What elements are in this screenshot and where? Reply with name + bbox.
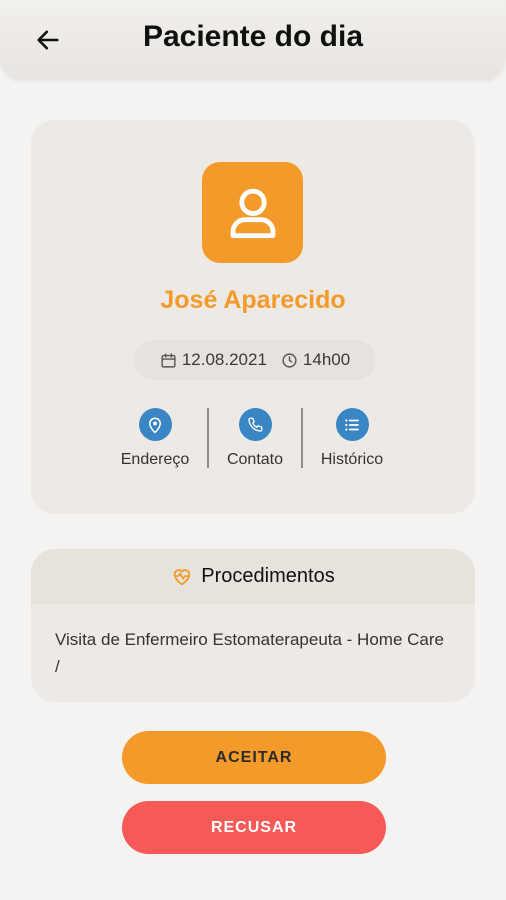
divider (301, 408, 303, 468)
heart-pulse-icon (174, 568, 191, 585)
appointment-date: 12.08.2021 (181, 350, 267, 369)
reject-button[interactable]: RECUSAR (122, 801, 386, 854)
patient-actions: Endereço Contato Histórico (31, 408, 475, 470)
page-title: Paciente do dia (142, 20, 364, 53)
calendar-icon (161, 352, 176, 368)
divider (207, 408, 209, 468)
accept-button[interactable]: ACEITAR (122, 731, 386, 784)
list-icon (345, 418, 359, 431)
user-icon (230, 188, 275, 238)
contact-label: Contato (226, 451, 284, 468)
avatar (202, 162, 303, 263)
procedures-description: Visita de Enfermeiro Estomaterapeuta - H… (55, 630, 444, 676)
top-app-bar: Paciente do dia (0, 0, 506, 80)
procedures-title: Procedimentos (201, 565, 335, 587)
patient-name: José Aparecido (160, 286, 346, 314)
appointment-info: 12.08.2021 14h00 (134, 340, 376, 380)
clock-icon (282, 352, 297, 368)
address-action[interactable]: Endereço (110, 408, 200, 469)
history-label: Histórico (320, 451, 384, 468)
phone-icon (248, 417, 263, 432)
procedures-header: Procedimentos (31, 549, 475, 604)
contact-action[interactable]: Contato (210, 408, 300, 469)
appointment-time: 14h00 (302, 350, 351, 369)
address-label: Endereço (120, 451, 190, 468)
history-action[interactable]: Histórico (307, 408, 397, 469)
procedures-card: Procedimentos Visita de Enfermeiro Estom… (31, 549, 475, 702)
patient-card: José Aparecido 12.08.2021 14h00 Endereço… (31, 120, 475, 514)
map-pin-icon (148, 417, 162, 434)
